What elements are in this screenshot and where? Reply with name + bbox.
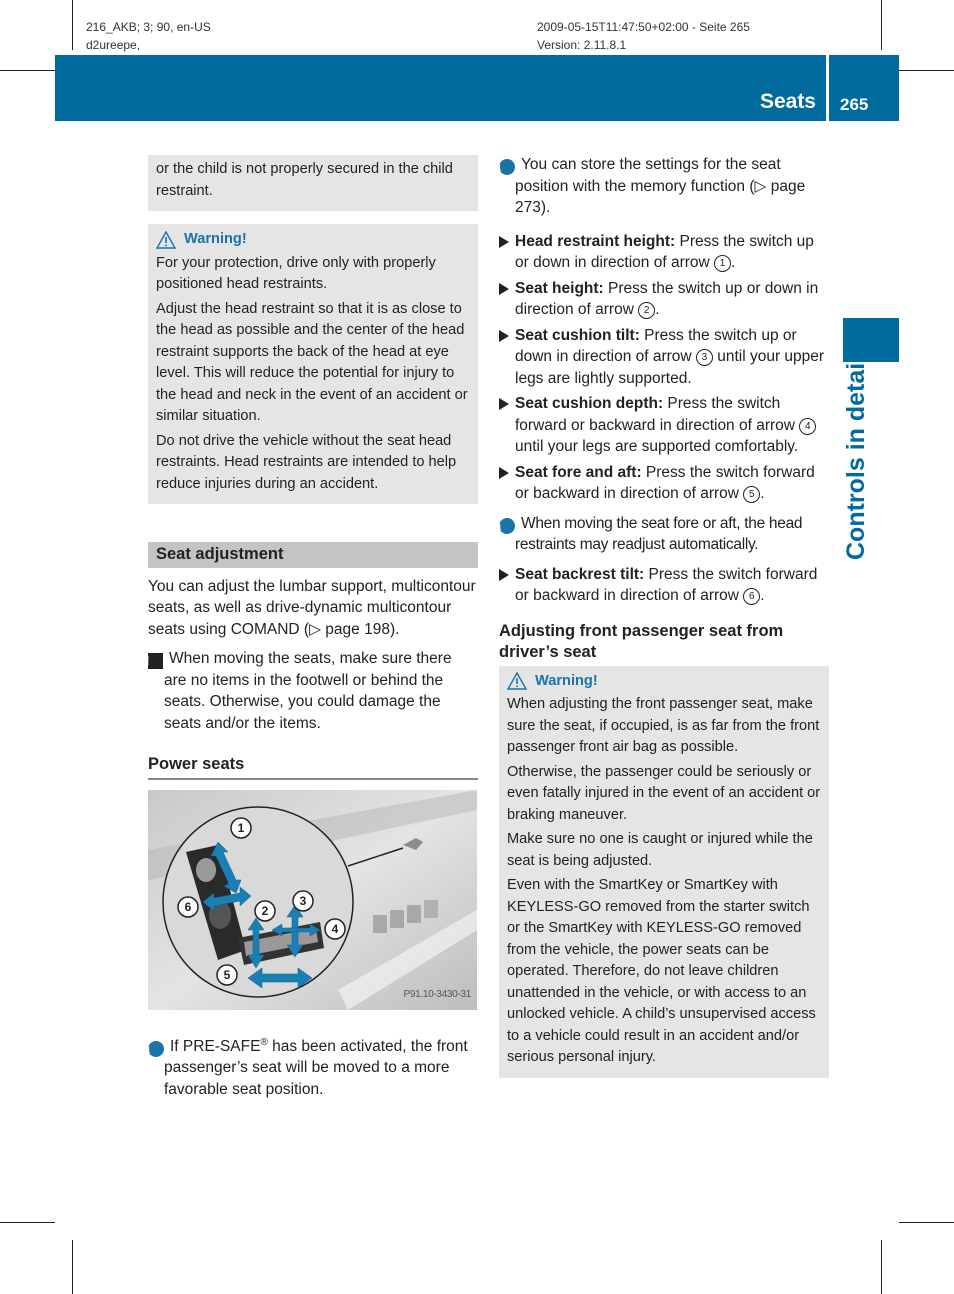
warning-paragraph: Adjust the head restraint so that it is … [156,300,468,425]
crop-mark [0,70,55,71]
subheading-passenger-seat: Adjusting front passenger seat from driv… [499,621,784,661]
info-note-presafe: i If PRE-SAFE® has been activated, the fr… [146,1032,478,1101]
bullet-triangle-icon [499,568,509,581]
arrow-number-badge: 5 [743,486,761,503]
bullet-triangle-icon [499,235,509,248]
warning-paragraph: Even with the SmartKey or SmartKey with … [507,877,816,1065]
crop-mark [72,0,73,50]
print-meta-right: 2009-05-15T11:47:50+02:00 - Seite 265 Ve… [537,18,750,54]
step-seat-backrest-tilt: Seat backrest tilt: Press the switch for… [499,564,829,607]
callout-5: 5 [224,968,231,982]
right-column: i You can store the settings for the seat… [497,154,829,1078]
crop-mark [0,1222,55,1223]
step-seat-fore-aft: Seat fore and aft: Press the switch forw… [499,462,829,505]
step-seat-cushion-tilt: Seat cushion tilt: Press the switch up o… [499,325,829,390]
continued-text: or the child is not properly secured in … [156,161,453,199]
info-icon: i [497,517,515,534]
info-text: You can store the settings for the seat … [515,156,806,216]
step-text-end: . [760,485,765,502]
warning-heading: Warning! [507,671,821,693]
continued-warning-box: or the child is not properly secured in … [148,155,478,211]
warning-box: Warning! For your protection, drive only… [148,224,478,504]
section-heading-seat-adjustment: Seat adjustment [148,542,478,568]
step-head-restraint-height: Head restraint height: Press the switch … [499,231,829,274]
step-seat-height: Seat height: Press the switch up or down… [499,278,829,321]
arrow-number-badge: 1 [714,255,732,272]
caution-note: ! When moving the seats, make sure there … [145,648,478,734]
warning-heading: Warning! [156,229,470,251]
info-text: When moving the seat fore or aft, the he… [515,514,803,554]
crop-mark [899,1222,954,1223]
step-label: Head restraint height: [515,232,676,250]
subheading-power-seats: Power seats [148,754,478,780]
print-meta-user: d2ureepe, [86,38,141,52]
info-icon: i [497,159,515,175]
step-label: Seat cushion depth: [515,395,664,412]
info-note-memory: i You can store the settings for the seat… [497,154,829,219]
info-icon: i [146,1040,164,1057]
bullet-triangle-icon [499,282,509,295]
info-text-prefix: If PRE-SAFE [170,1037,261,1055]
print-meta-job: 216_AKB; 3; 90, en-US [86,20,211,34]
section-title: Seats [759,90,816,113]
arrow-number-badge: 6 [743,588,761,605]
seat-switch-diagram: 1 6 2 3 4 5 [148,789,477,1010]
intro-paragraph: You can adjust the lumbar support, multi… [148,577,476,638]
registered-mark: ® [260,1036,268,1048]
arrow-number-badge: 4 [799,417,817,435]
print-meta-left: 216_AKB; 3; 90, en-US d2ureepe, [86,18,211,54]
print-meta-version: Version: 2.11.8.1 [537,38,627,52]
step-text-end: until your legs are supported comfortabl… [515,438,799,455]
left-column: or the child is not properly secured in … [145,155,478,1108]
arrow-number-badge: 2 [638,302,656,319]
warning-paragraph: Otherwise, the passenger could be seriou… [507,763,821,823]
callout-3: 3 [300,894,307,908]
crop-mark [899,70,954,71]
warning-paragraph: For your protection, drive only with pro… [156,254,436,293]
callout-6: 6 [185,900,192,914]
step-label: Seat backrest tilt: [515,565,645,583]
bullet-triangle-icon [499,466,509,479]
header-divider [826,55,829,121]
info-note-fore-aft: i When moving the seat fore or aft, the h… [497,513,829,556]
exclamation-icon: ! [145,653,163,669]
step-text-end: . [760,587,765,604]
callout-1: 1 [238,821,245,835]
warning-paragraph: Make sure no one is caught or injured wh… [507,831,813,869]
warning-triangle-icon [156,230,176,249]
step-text-end: . [655,301,660,318]
step-label: Seat fore and aft: [515,463,642,481]
warning-paragraph: When adjusting the front passenger seat,… [507,696,820,755]
power-seat-switch-illustration: 1 6 2 3 4 5 P91.10-3430-31 [148,789,477,1010]
callout-4: 4 [332,922,339,936]
arrow-number-badge: 3 [695,349,713,366]
warning-title: Warning! [535,672,598,689]
crop-mark [72,1240,73,1294]
bullet-triangle-icon [499,329,509,342]
print-meta-timestamp: 2009-05-15T11:47:50+02:00 - Seite 265 [537,20,750,34]
warning-triangle-icon [507,672,527,690]
warning-paragraph: Do not drive the vehicle without the sea… [156,432,457,492]
step-seat-cushion-depth: Seat cushion depth: Press the switch for… [499,393,829,458]
figure-code: P91.10-3430-31 [403,989,471,1000]
chapter-tab-label: Controls in detail [842,355,870,560]
step-label: Seat height: [515,279,604,297]
crop-mark [881,0,882,50]
bullet-triangle-icon [499,398,509,410]
step-text-end: . [731,254,736,271]
warning-box: Warning! When adjusting the front passen… [499,665,829,1078]
caution-text: When moving the seats, make sure there a… [164,650,452,732]
step-label: Seat cushion tilt: [515,326,640,344]
crop-mark [881,1240,882,1294]
page-number: 265 [840,95,869,114]
callout-2: 2 [262,904,269,918]
warning-title: Warning! [184,231,247,247]
